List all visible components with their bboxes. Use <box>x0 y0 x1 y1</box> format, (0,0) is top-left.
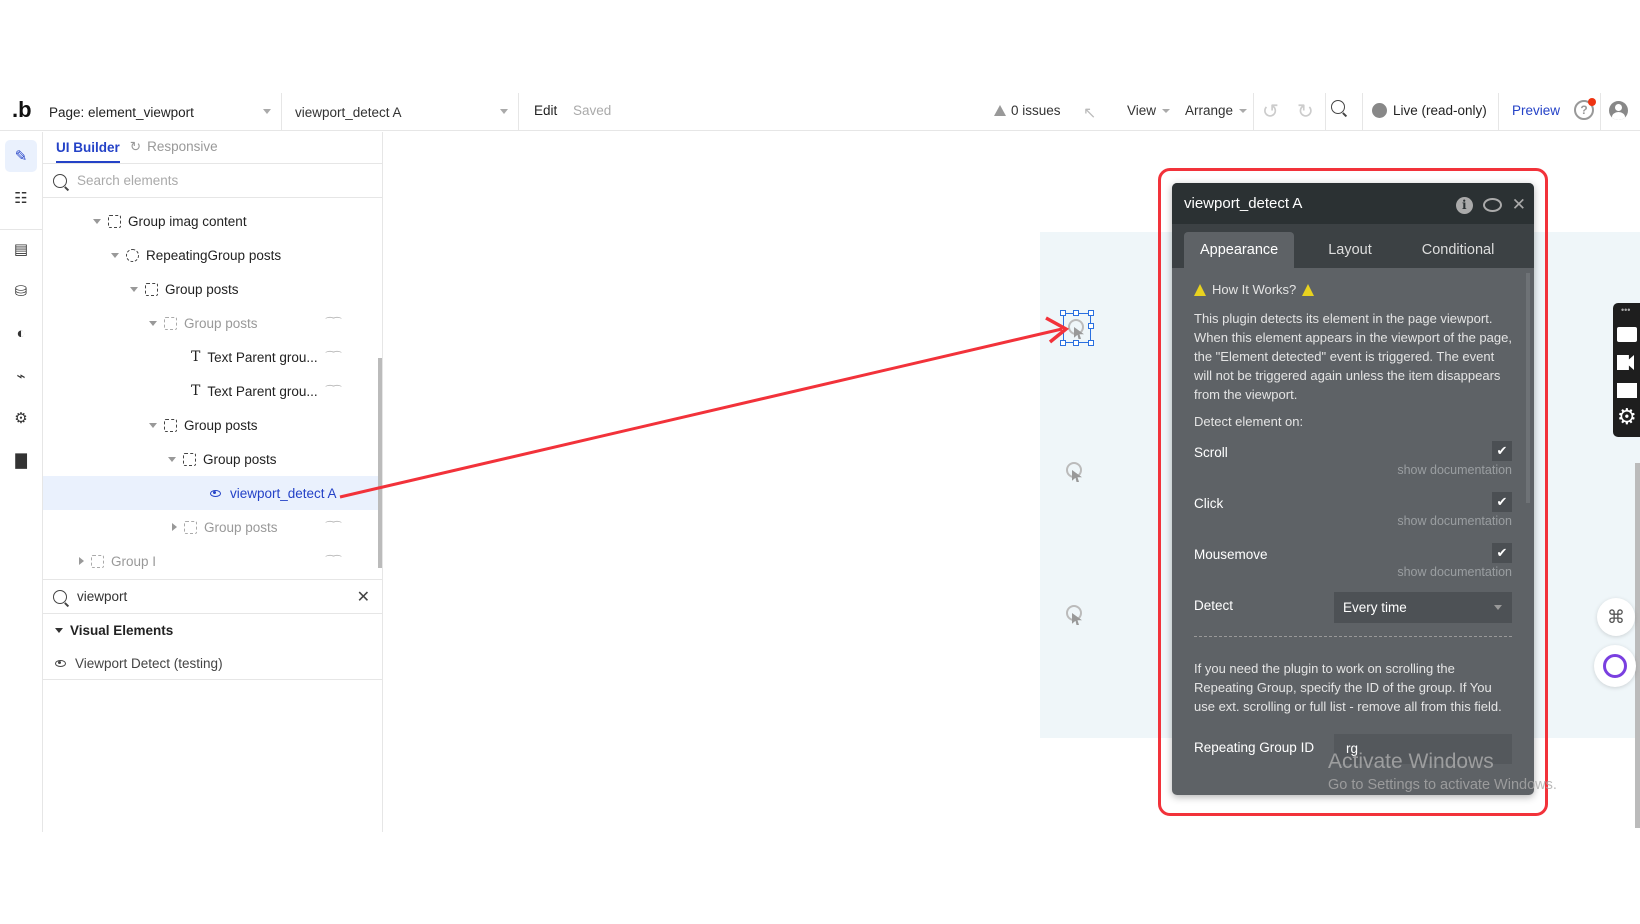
option-label: Click <box>1194 496 1224 511</box>
option-mousemove: Mousemove ✔ show documentation <box>1194 541 1512 592</box>
detect-row: Detect Every time <box>1194 592 1512 628</box>
detect-dropdown-value: Every time <box>1343 600 1407 615</box>
window-capture-icon[interactable] <box>1617 383 1637 398</box>
chevron-down-icon <box>1494 605 1502 610</box>
shortcuts-button[interactable]: ⌘ <box>1597 598 1635 636</box>
property-editor: viewport_detect A i ✕ Appearance Layout … <box>1172 183 1534 795</box>
tab-layout[interactable]: Layout <box>1312 232 1388 268</box>
dashed-divider <box>1194 636 1512 637</box>
option-click: Click ✔ show documentation <box>1194 490 1512 541</box>
repeating-group-id-label: Repeating Group ID <box>1194 740 1315 755</box>
warning-icon <box>1194 283 1206 296</box>
editor-header[interactable]: viewport_detect A i ✕ <box>1172 183 1534 224</box>
screen-recorder-toolbar: ••• ⚙ <box>1613 303 1640 437</box>
windows-watermark-subtitle: Go to Settings to activate Windows. <box>1328 777 1557 793</box>
detect-dropdown[interactable]: Every time <box>1334 592 1512 623</box>
show-documentation-link[interactable]: show documentation <box>1397 463 1512 477</box>
option-scroll: Scroll ✔ show documentation <box>1194 439 1512 490</box>
how-it-works-heading: How It Works? <box>1194 282 1512 297</box>
close-icon[interactable]: ✕ <box>1512 195 1526 215</box>
arrow-line <box>339 327 1063 499</box>
assistant-face-icon <box>1603 654 1627 678</box>
tab-appearance[interactable]: Appearance <box>1184 232 1295 268</box>
camera-icon[interactable] <box>1617 327 1637 342</box>
editor-scrollbar[interactable] <box>1526 273 1530 503</box>
editor-body: How It Works? This plugin detects its el… <box>1172 282 1534 768</box>
editor-header-icons: i ✕ <box>1455 195 1526 215</box>
windows-watermark-title: Activate Windows <box>1328 750 1494 773</box>
info-icon[interactable]: i <box>1455 196 1473 214</box>
editor-title: viewport_detect A <box>1184 195 1303 212</box>
tab-conditional[interactable]: Conditional <box>1406 232 1511 268</box>
comment-icon[interactable] <box>1482 198 1502 212</box>
show-documentation-link[interactable]: show documentation <box>1397 565 1512 579</box>
plugin-description: This plugin detects its element in the p… <box>1194 311 1512 402</box>
more-icon[interactable]: ••• <box>1621 305 1630 315</box>
warning-icon <box>1302 283 1315 296</box>
video-icon[interactable] <box>1617 355 1634 370</box>
editor-tabs: Appearance Layout Conditional <box>1172 224 1534 268</box>
canvas-scrollbar[interactable] <box>1635 463 1640 828</box>
show-documentation-link[interactable]: show documentation <box>1397 514 1512 528</box>
checkbox-mousemove[interactable]: ✔ <box>1492 543 1512 563</box>
how-it-works-label: How It Works? <box>1212 282 1297 297</box>
option-label: Mousemove <box>1194 547 1268 562</box>
gear-icon[interactable]: ⚙ <box>1617 404 1637 430</box>
detect-label: Detect <box>1194 598 1234 613</box>
checkbox-click[interactable]: ✔ <box>1492 492 1512 512</box>
option-label: Scroll <box>1194 445 1228 460</box>
checkbox-scroll[interactable]: ✔ <box>1492 441 1512 461</box>
assistant-button[interactable] <box>1594 645 1636 687</box>
repeating-group-help: If you need the plugin to work on scroll… <box>1194 661 1502 714</box>
detect-on-label: Detect element on: <box>1194 414 1304 429</box>
command-icon: ⌘ <box>1607 606 1625 627</box>
